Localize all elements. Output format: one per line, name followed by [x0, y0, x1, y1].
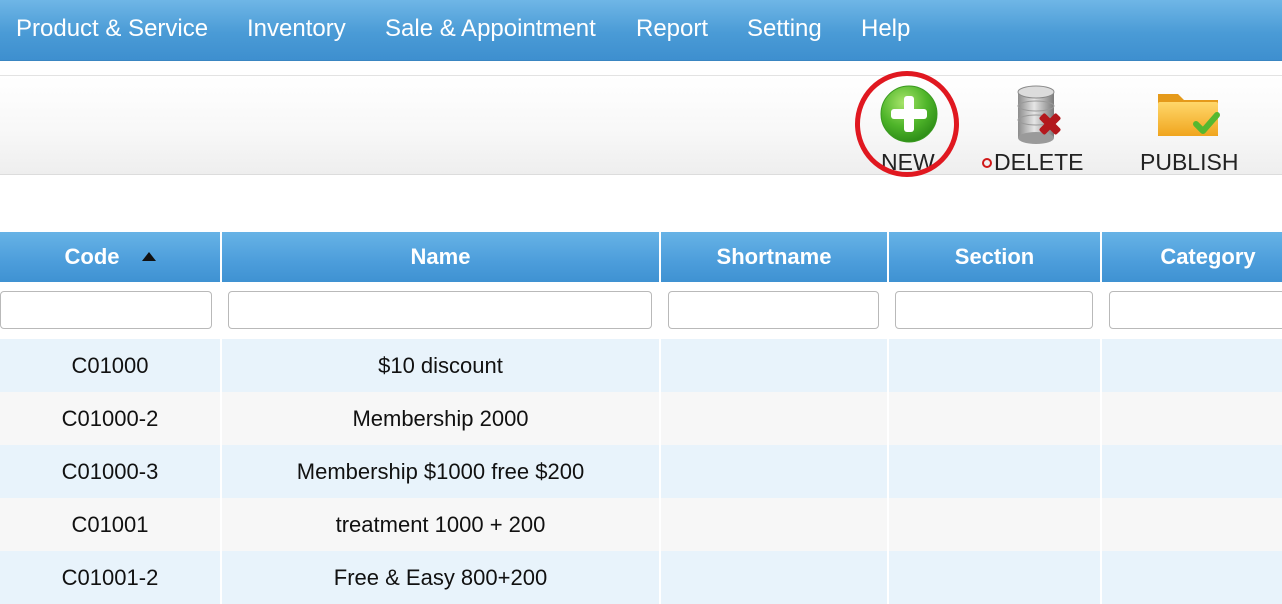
grid-header-row: Code Name Shortname Section Category — [0, 232, 1282, 282]
cell-category — [1102, 498, 1282, 551]
column-header-code[interactable]: Code — [0, 232, 222, 282]
column-header-label: Name — [410, 244, 471, 269]
delete-button-label: DELETE — [994, 149, 1084, 175]
table-row[interactable]: C01001 treatment 1000 + 200 — [0, 498, 1282, 551]
cell-shortname — [661, 339, 889, 392]
table-row[interactable]: C01000-3 Membership $1000 free $200 — [0, 445, 1282, 498]
code-filter-input[interactable] — [0, 291, 212, 329]
column-header-label: Section — [954, 244, 1035, 269]
cell-shortname — [661, 498, 889, 551]
cell-category — [1102, 392, 1282, 445]
nav-report[interactable]: Report — [636, 14, 708, 44]
name-filter-input[interactable] — [228, 291, 652, 329]
cell-category — [1102, 339, 1282, 392]
column-header-name[interactable]: Name — [222, 232, 661, 282]
nav-product-service[interactable]: Product & Service — [16, 14, 208, 44]
cell-code: C01001-2 — [0, 551, 222, 604]
new-button[interactable]: NEW — [868, 82, 950, 175]
cell-code: C01001 — [0, 498, 222, 551]
column-header-section[interactable]: Section — [889, 232, 1102, 282]
shortname-filter-input[interactable] — [668, 291, 879, 329]
cell-code: C01000 — [0, 339, 222, 392]
nav-inventory[interactable]: Inventory — [247, 14, 346, 44]
nav-help[interactable]: Help — [861, 14, 910, 44]
table-row[interactable]: C01000-2 Membership 2000 — [0, 392, 1282, 445]
action-toolbar: NEW DELETE PUBLISH — [0, 75, 1282, 175]
table-row[interactable]: C01001-2 Free & Easy 800+200 — [0, 551, 1282, 604]
cell-name: treatment 1000 + 200 — [222, 498, 661, 551]
column-header-label: Shortname — [716, 244, 832, 269]
category-filter-input[interactable] — [1109, 291, 1282, 329]
column-header-label: Category — [1160, 244, 1256, 269]
grid-filter-row — [0, 282, 1282, 338]
top-navigation-bar: Product & Service Inventory Sale & Appoi… — [0, 0, 1282, 61]
publish-button-label: PUBLISH — [1140, 149, 1239, 175]
folder-check-icon — [1158, 94, 1220, 136]
column-header-shortname[interactable]: Shortname — [661, 232, 889, 282]
column-header-label: Code — [64, 244, 120, 269]
cell-shortname — [661, 551, 889, 604]
cell-section — [889, 551, 1102, 604]
cell-code: C01000-3 — [0, 445, 222, 498]
delete-button[interactable]: DELETE — [978, 82, 1093, 175]
table-row[interactable]: C01000 $10 discount — [0, 339, 1282, 392]
cell-name: Membership $1000 free $200 — [222, 445, 661, 498]
cell-code: C01000-2 — [0, 392, 222, 445]
cell-section — [889, 392, 1102, 445]
required-dot-icon — [982, 158, 992, 168]
section-filter-input[interactable] — [895, 291, 1093, 329]
cell-section — [889, 498, 1102, 551]
cell-category — [1102, 445, 1282, 498]
add-plus-icon — [880, 85, 938, 143]
nav-sale-appointment[interactable]: Sale & Appointment — [385, 14, 596, 44]
sort-ascending-icon — [141, 251, 156, 261]
cell-name: $10 discount — [222, 339, 661, 392]
cell-name: Membership 2000 — [222, 392, 661, 445]
cell-section — [889, 339, 1102, 392]
cell-category — [1102, 551, 1282, 604]
cell-section — [889, 445, 1102, 498]
column-header-category[interactable]: Category — [1102, 232, 1282, 282]
cell-name: Free & Easy 800+200 — [222, 551, 661, 604]
nav-setting[interactable]: Setting — [747, 14, 822, 44]
cell-shortname — [661, 445, 889, 498]
database-delete-icon — [1017, 85, 1061, 144]
new-button-label: NEW — [881, 149, 935, 175]
cell-shortname — [661, 392, 889, 445]
publish-button[interactable]: PUBLISH — [1138, 82, 1248, 175]
